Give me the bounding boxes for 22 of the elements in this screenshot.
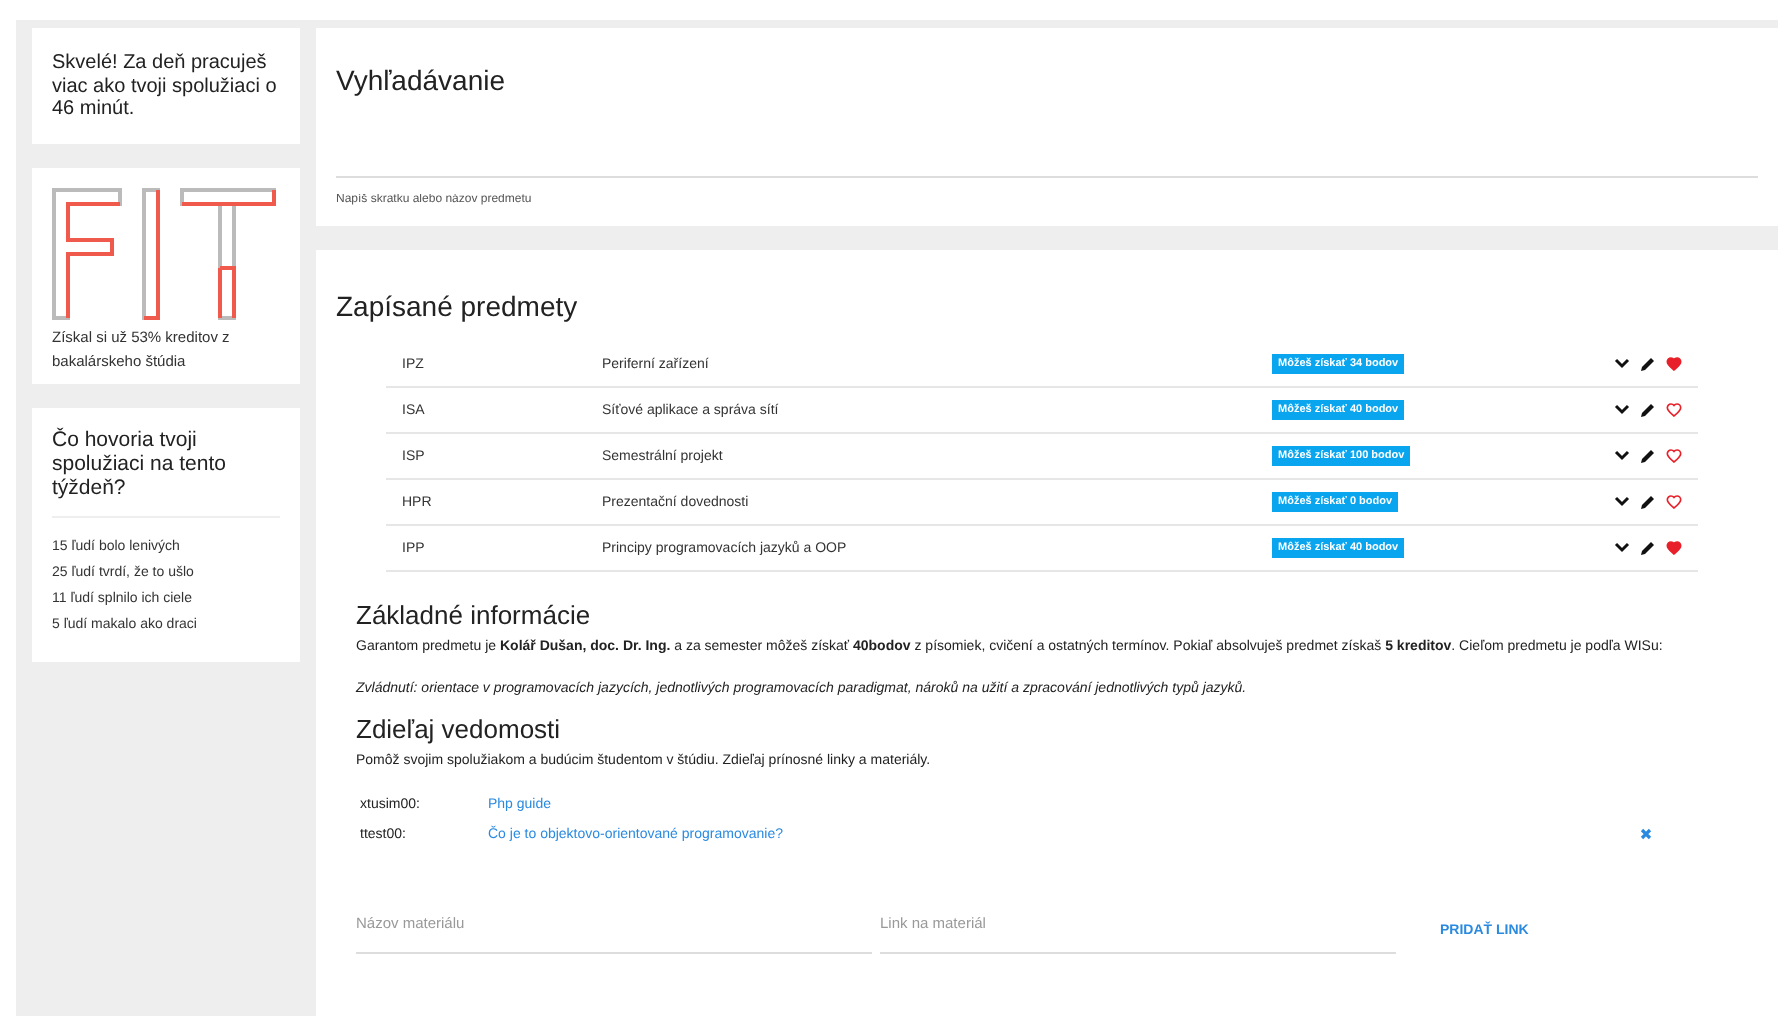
heart-outline-icon[interactable] bbox=[1666, 402, 1682, 418]
chevron-down-icon[interactable] bbox=[1614, 404, 1630, 416]
survey-title: Čo hovoria tvoji spolužiaci na tento týždeň? bbox=[52, 428, 280, 519]
pencil-icon[interactable] bbox=[1640, 540, 1656, 556]
pencil-icon[interactable] bbox=[1640, 356, 1656, 372]
pencil-icon[interactable] bbox=[1640, 494, 1656, 510]
motivation-text: Skvelé! Za deň pracuješ viac ako tvoji spolužiaci o 46 minút. bbox=[52, 52, 279, 121]
chevron-down-icon[interactable] bbox=[1614, 450, 1630, 462]
chevron-down-icon[interactable] bbox=[1614, 358, 1630, 370]
info-title: Základné informácie bbox=[356, 600, 593, 630]
chevron-down-icon[interactable] bbox=[1614, 542, 1630, 554]
heart-outline-icon[interactable] bbox=[1666, 494, 1682, 510]
heart-filled-icon[interactable] bbox=[1666, 356, 1682, 372]
pencil-icon[interactable] bbox=[1640, 448, 1656, 464]
pencil-icon[interactable] bbox=[1640, 402, 1656, 418]
chevron-down-icon[interactable] bbox=[1614, 496, 1630, 508]
heart-filled-icon[interactable] bbox=[1666, 540, 1682, 556]
share-title: Zdieľaj vedomosti bbox=[356, 713, 563, 744]
close-icon[interactable] bbox=[1640, 828, 1652, 841]
search-title: Vyhľadávanie bbox=[336, 64, 508, 96]
heart-outline-icon[interactable] bbox=[1666, 448, 1682, 464]
courses-title: Zapísané predmety bbox=[336, 290, 580, 322]
